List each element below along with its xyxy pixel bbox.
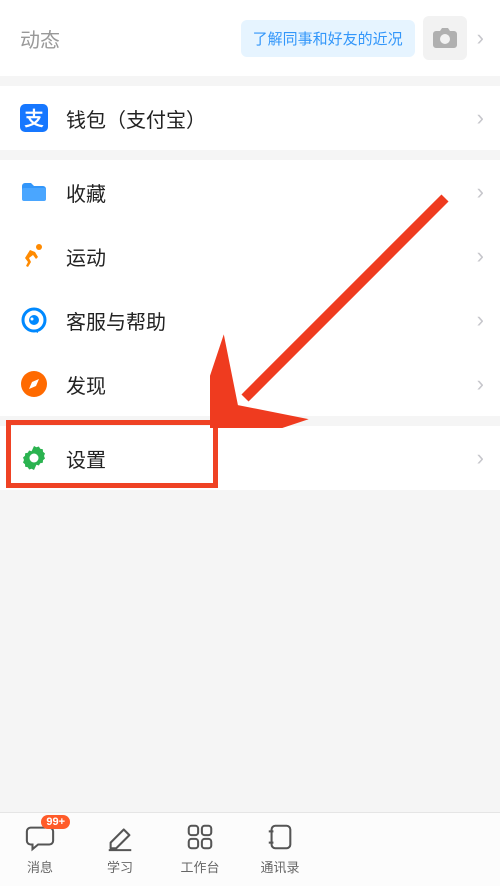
running-icon	[20, 242, 48, 270]
messages-badge: 99+	[41, 815, 70, 829]
item-discover[interactable]: 发现 ›	[0, 352, 500, 416]
chevron-right-icon: ›	[475, 243, 486, 269]
tab-workbench-label: 工作台	[180, 857, 219, 876]
chevron-right-icon: ›	[475, 371, 486, 397]
moments-tooltip: 了解同事和好友的近况	[241, 20, 415, 57]
camera-icon	[433, 28, 457, 48]
item-favorites-label: 收藏	[66, 178, 475, 207]
chat-icon: 99+	[24, 821, 56, 853]
alipay-icon: 支	[20, 104, 48, 132]
item-sports[interactable]: 运动 ›	[0, 224, 500, 288]
compass-icon	[20, 370, 48, 398]
grid-icon	[184, 821, 216, 853]
item-wallet-label: 钱包（支付宝）	[66, 104, 475, 133]
contacts-icon	[264, 821, 296, 853]
chevron-right-icon: ›	[475, 25, 486, 51]
camera-button[interactable]	[423, 16, 467, 60]
item-help-label: 客服与帮助	[66, 306, 475, 335]
pencil-icon	[104, 821, 136, 853]
item-sports-label: 运动	[66, 242, 475, 271]
item-settings-label: 设置	[66, 444, 475, 473]
chevron-right-icon: ›	[475, 307, 486, 333]
chevron-right-icon: ›	[475, 105, 486, 131]
item-settings[interactable]: 设置 ›	[0, 426, 500, 490]
tab-contacts[interactable]: 通讯录	[252, 821, 308, 876]
tab-workbench[interactable]: 工作台	[172, 821, 228, 876]
tab-study-label: 学习	[107, 857, 133, 876]
item-help[interactable]: 客服与帮助 ›	[0, 288, 500, 352]
tab-contacts-label: 通讯录	[260, 857, 299, 876]
gear-icon	[20, 444, 48, 472]
tab-messages[interactable]: 99+ 消息	[12, 821, 68, 876]
tab-study[interactable]: 学习	[92, 821, 148, 876]
chevron-right-icon: ›	[475, 179, 486, 205]
tab-bar: 99+ 消息 学习 工作台 通讯录	[0, 812, 500, 886]
moments-title: 动态	[20, 24, 241, 53]
item-wallet[interactable]: 支 钱包（支付宝） ›	[0, 86, 500, 150]
moments-header[interactable]: 动态 了解同事和好友的近况 ›	[0, 0, 500, 76]
chevron-right-icon: ›	[475, 445, 486, 471]
svg-text:支: 支	[23, 108, 44, 130]
headset-icon	[20, 306, 48, 334]
item-discover-label: 发现	[66, 370, 475, 399]
folder-icon	[20, 178, 48, 206]
item-favorites[interactable]: 收藏 ›	[0, 160, 500, 224]
tab-messages-label: 消息	[27, 857, 53, 876]
